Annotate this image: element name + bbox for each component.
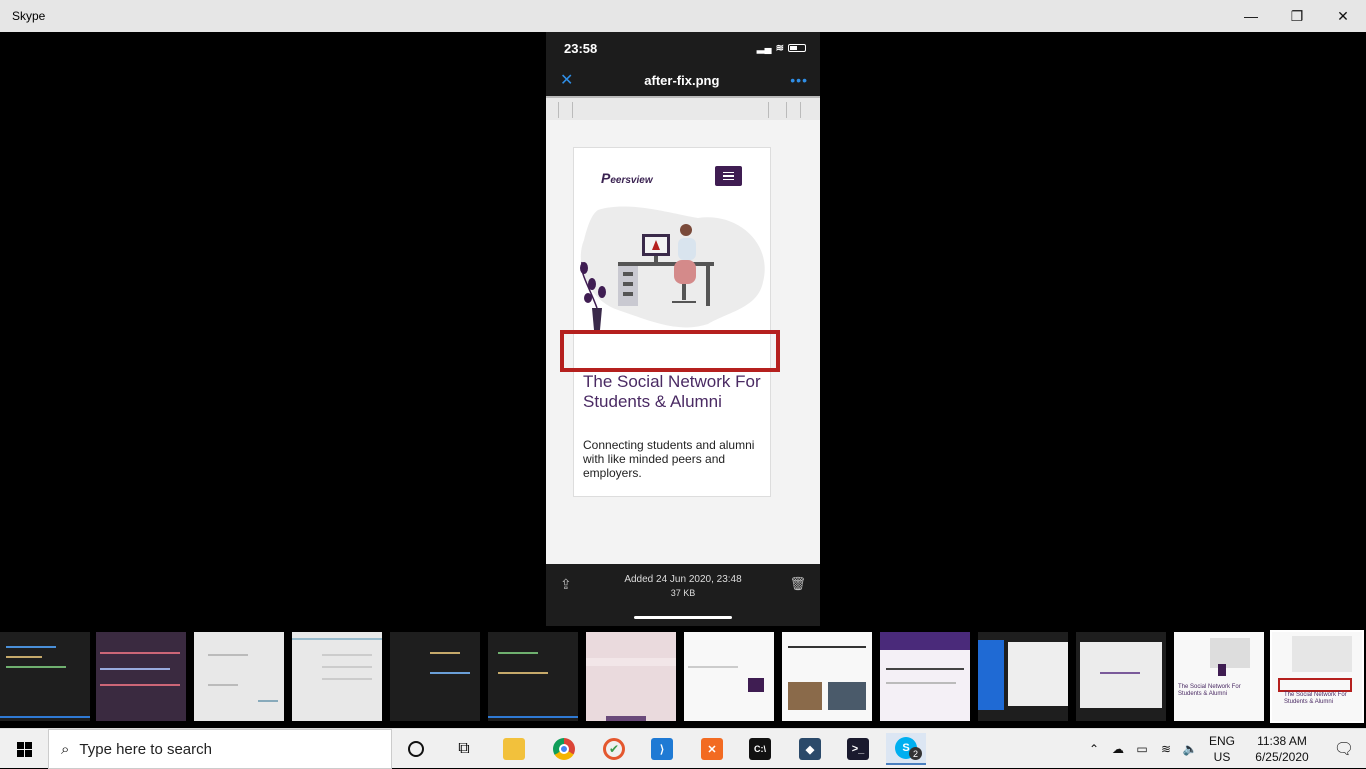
language-indicator[interactable]: ENG US bbox=[1202, 733, 1242, 765]
thumbnail-caption: The Social Network For Students & Alumni bbox=[1284, 692, 1347, 705]
battery-tray-icon[interactable]: ▭ bbox=[1130, 742, 1154, 756]
phone-nav-bar: ✕ after-fix.png ••• bbox=[546, 64, 820, 96]
file-size: 37 KB bbox=[670, 588, 696, 598]
thumbnail[interactable]: The Social Network For Students & Alumni bbox=[1174, 632, 1264, 721]
xampp-icon[interactable]: ✕ bbox=[692, 733, 732, 765]
close-icon[interactable]: ✕ bbox=[560, 70, 573, 90]
added-date: Added 24 Jun 2020, 23:48 bbox=[624, 574, 742, 585]
start-button[interactable] bbox=[0, 729, 48, 769]
thumbnail[interactable] bbox=[0, 632, 90, 721]
terminal-icon[interactable]: C:\ bbox=[740, 733, 780, 765]
wifi-tray-icon[interactable]: ≋ bbox=[1154, 742, 1178, 756]
search-placeholder: Type here to search bbox=[79, 740, 212, 758]
volume-icon[interactable]: 🔈 bbox=[1178, 742, 1202, 756]
more-icon[interactable]: ••• bbox=[790, 72, 808, 88]
powershell-icon[interactable]: >_ bbox=[838, 733, 878, 765]
screenshot-content: Peersview The Social Network For Student… bbox=[546, 120, 820, 564]
task-view-icon[interactable]: ⧉ bbox=[444, 733, 484, 765]
thumbnail[interactable] bbox=[782, 632, 872, 721]
mysql-workbench-icon[interactable]: ◆ bbox=[790, 733, 830, 765]
status-icons: ▂▄ ≋ bbox=[757, 43, 806, 54]
minimize-button[interactable]: — bbox=[1228, 0, 1274, 32]
file-name: after-fix.png bbox=[644, 72, 720, 88]
thumbnail[interactable] bbox=[488, 632, 578, 721]
home-indicator bbox=[634, 616, 732, 619]
search-icon: ⌕ bbox=[61, 740, 70, 758]
thumbnail[interactable] bbox=[96, 632, 186, 721]
thumbnail[interactable] bbox=[586, 632, 676, 721]
thumbnail[interactable] bbox=[978, 632, 1068, 721]
close-button[interactable]: ✕ bbox=[1320, 0, 1366, 32]
taskbar-clock[interactable]: 11:38 AM 6/25/2020 bbox=[1242, 733, 1322, 765]
thumbnail[interactable] bbox=[390, 632, 480, 721]
skype-taskbar-icon[interactable]: S 2 bbox=[886, 733, 926, 765]
file-explorer-icon[interactable] bbox=[494, 733, 534, 765]
notification-center-icon[interactable]: 🗨 bbox=[1322, 739, 1366, 759]
thumbnail[interactable] bbox=[880, 632, 970, 721]
window-titlebar: Skype — ❐ ✕ bbox=[0, 0, 1366, 32]
thumbnail-selected[interactable]: The Social Network For Students & Alumni bbox=[1270, 630, 1364, 723]
windows-taskbar: ⌕ Type here to search ⧉ ✔ ⟩ ✕ C:\ ◆ >_ S… bbox=[0, 728, 1366, 769]
thumbnail[interactable] bbox=[684, 632, 774, 721]
taskbar-search[interactable]: ⌕ Type here to search bbox=[48, 729, 392, 769]
thumbnail[interactable] bbox=[1076, 632, 1166, 721]
system-tray: ⌃ ☁ ▭ ≋ 🔈 ENG US 11:38 AM 6/25/2020 🗨 bbox=[1082, 729, 1366, 769]
chevron-up-icon[interactable]: ⌃ bbox=[1082, 742, 1106, 756]
website-card: Peersview The Social Network For Student… bbox=[560, 147, 780, 497]
phone-footer: ⇪ Added 24 Jun 2020, 23:48 37 KB 🗑 bbox=[546, 564, 820, 626]
trash-icon[interactable]: 🗑 bbox=[789, 576, 806, 592]
windows-logo-icon bbox=[16, 741, 32, 757]
thumbnail-strip: The Social Network For Students & Alumni… bbox=[0, 630, 1366, 724]
page-top-strip bbox=[546, 96, 820, 120]
window-title: Skype bbox=[12, 9, 46, 23]
phone-time: 23:58 bbox=[564, 40, 598, 56]
signal-icon: ▂▄ bbox=[756, 42, 772, 54]
chrome-icon[interactable] bbox=[544, 733, 584, 765]
onedrive-icon[interactable]: ☁ bbox=[1106, 742, 1130, 756]
thumbnail[interactable] bbox=[292, 632, 382, 721]
vscode-icon[interactable]: ⟩ bbox=[642, 733, 682, 765]
hero-title: The Social Network For Students & Alumni bbox=[583, 372, 761, 411]
workspace-illustration bbox=[580, 206, 765, 330]
peersview-logo: Peersview bbox=[601, 170, 653, 186]
checklist-app-icon[interactable]: ✔ bbox=[594, 733, 634, 765]
phone-status-bar: 23:58 ▂▄ ≋ bbox=[546, 32, 820, 64]
hero-subtitle: Connecting students and alumni with like… bbox=[583, 438, 755, 480]
hamburger-menu-icon bbox=[715, 166, 742, 186]
restore-button[interactable]: ❐ bbox=[1274, 0, 1320, 32]
phone-screenshot: 23:58 ▂▄ ≋ ✕ after-fix.png ••• Peersview bbox=[546, 32, 820, 626]
battery-icon bbox=[788, 44, 806, 52]
thumbnail-highlight-box bbox=[1278, 678, 1352, 692]
thumbnail[interactable] bbox=[194, 632, 284, 721]
skype-badge: 2 bbox=[909, 747, 922, 760]
wifi-icon: ≋ bbox=[775, 42, 784, 54]
cortana-icon[interactable] bbox=[396, 733, 436, 765]
highlight-box bbox=[560, 330, 780, 372]
thumbnail-caption: The Social Network For Students & Alumni bbox=[1178, 684, 1241, 697]
